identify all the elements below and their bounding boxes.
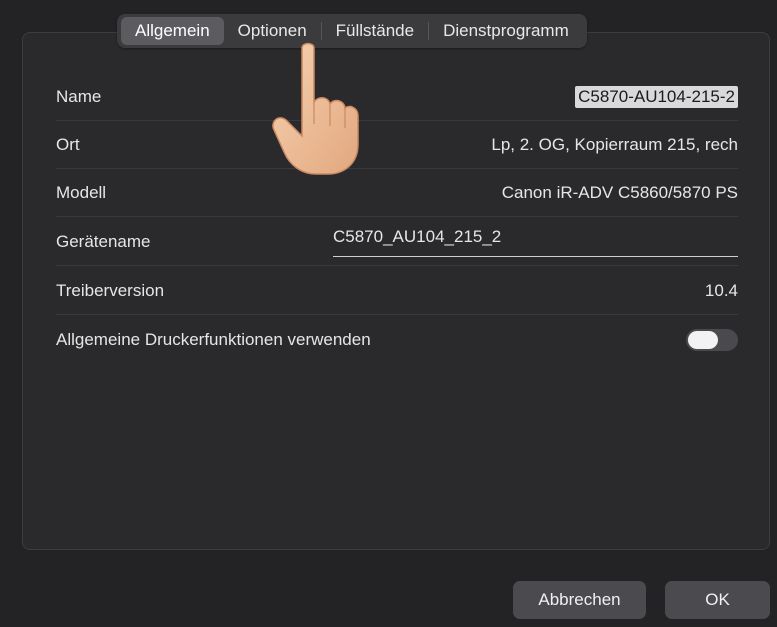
device-name-input[interactable]: [333, 218, 738, 257]
location-value[interactable]: Lp, 2. OG, Kopierraum 215, rech: [491, 135, 738, 155]
name-value[interactable]: C5870-AU104-215-2: [575, 85, 738, 108]
row-location: Ort Lp, 2. OG, Kopierraum 215, rech: [56, 121, 738, 169]
tab-allgemein[interactable]: Allgemein: [121, 17, 224, 45]
printer-settings-window: Allgemein Optionen Füllstände Dienstprog…: [0, 0, 777, 627]
model-value: Canon iR-ADV C5860/5870 PS: [501, 182, 738, 202]
location-label: Ort: [56, 134, 80, 154]
name-label: Name: [56, 86, 102, 106]
driver-version-label: Treiberversion: [56, 280, 165, 300]
row-model: Modell Canon iR-ADV C5860/5870 PS: [56, 169, 738, 217]
shared-features-label: Allgemeine Druckerfunktionen verwenden: [56, 330, 371, 349]
pointing-hand-icon: [272, 42, 359, 175]
cancel-button[interactable]: Abbrechen: [513, 581, 646, 619]
tab-dienstprogramm[interactable]: Dienstprogramm: [429, 17, 583, 45]
row-name: Name C5870-AU104-215-2: [56, 73, 738, 121]
driver-version-value: 10.4: [704, 280, 738, 300]
ok-button[interactable]: OK: [665, 581, 770, 619]
row-device-name: Gerätename: [56, 218, 738, 266]
shared-features-toggle[interactable]: [686, 329, 738, 351]
model-label: Modell: [56, 182, 107, 202]
row-shared-features: Allgemeine Druckerfunktionen verwenden: [56, 316, 738, 364]
device-name-label: Gerätename: [56, 231, 151, 251]
row-driver-version: Treiberversion 10.4: [56, 267, 738, 315]
toggle-knob: [688, 331, 718, 349]
